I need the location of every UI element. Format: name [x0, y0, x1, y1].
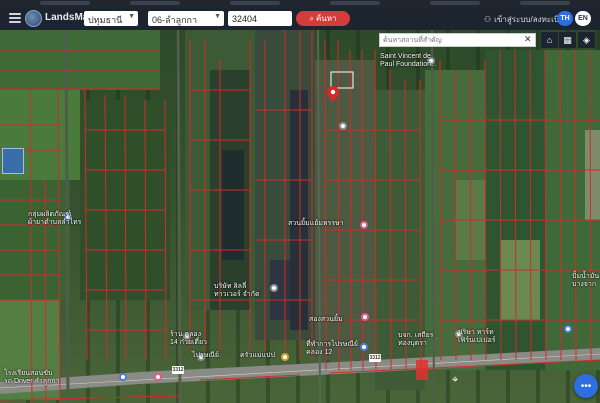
home-icon[interactable]: ⌂ — [541, 32, 558, 48]
search-button-label: ค้นหา — [315, 14, 337, 23]
map-label: ทาวเวอร์ จำกัด — [214, 291, 260, 298]
road-number-sign: 3312 — [369, 354, 381, 362]
search-button[interactable]: ⌕ ค้นหา — [296, 11, 350, 26]
province-value: ปทุมธานี — [88, 15, 123, 25]
poi-marker[interactable] — [564, 325, 572, 333]
map-label: โรงเรียนสอนขับ — [4, 370, 53, 377]
poi-marker[interactable] — [339, 122, 347, 130]
map-label: บริษัท ลิลลี่ — [214, 283, 247, 290]
map-label: เฟิร์นเปเปอร์ — [458, 337, 496, 344]
map-label: ร้าน คลอง — [170, 331, 202, 338]
poi-marker[interactable] — [270, 284, 278, 292]
grid-table-icon[interactable]: ▦ — [559, 32, 576, 48]
map-label: ที่ทำการไปรษณีย์ — [306, 341, 359, 348]
crosshair-icon[interactable]: ⌖ — [452, 374, 458, 387]
map-label: บจก. เสถียร — [398, 332, 434, 339]
poi-marker[interactable] — [360, 343, 368, 351]
parcel-number-input[interactable] — [228, 11, 292, 26]
map-label: สองสวนยิ้ม — [309, 316, 343, 323]
parcel-location-pin[interactable] — [327, 86, 339, 102]
layers-icon[interactable]: ◈ — [578, 32, 595, 48]
map-label: ปริษา หาร์ท — [458, 329, 494, 336]
satellite-parcel-layer — [0, 30, 600, 403]
map-label: กลุ่มผลิตภัณฑ์ — [28, 211, 71, 218]
poi-marker[interactable] — [361, 313, 369, 321]
more-options-button[interactable]: ••• — [574, 374, 598, 398]
floating-widget-button[interactable] — [2, 148, 24, 174]
chevron-down-icon: ▼ — [214, 13, 221, 20]
map-label: บางจาก — [572, 281, 597, 288]
poi-marker[interactable] — [119, 373, 127, 381]
map-view[interactable]: Saint Vincent de Paul Foundation... กลุ่… — [0, 30, 600, 403]
lang-en-button[interactable]: EN — [575, 11, 591, 26]
app-header: LandsMaps ปทุมธานี ▼ 06-ลำลูกกา ▼ ⌕ ค้นห… — [0, 8, 600, 30]
map-label: ทองบุตรา — [398, 340, 427, 347]
search-icon: ⌕ — [309, 13, 314, 23]
poi-marker[interactable] — [154, 373, 162, 381]
lang-th-button[interactable]: TH — [557, 11, 573, 26]
poi-marker[interactable] — [360, 221, 368, 229]
map-label: ครัวแม่แปป — [240, 352, 275, 359]
logo — [25, 10, 42, 27]
clear-search-icon[interactable]: ✕ — [524, 34, 532, 45]
browser-tab-strip — [0, 0, 600, 8]
map-label: รถ Driver ลำลูกกา — [4, 378, 60, 385]
map-label: Paul Foundation... — [380, 61, 437, 68]
menu-icon[interactable] — [9, 13, 21, 23]
map-label: 14 ก๋วยเตี๋ยว — [170, 339, 207, 346]
map-label: คลอง 12 — [306, 349, 333, 356]
map-label: สวนยิ้มแย้มหรรษา — [288, 220, 344, 227]
map-label: ปั้มน้ำมัน — [572, 273, 600, 280]
poi-marker[interactable] — [281, 353, 289, 361]
map-label: ผ้ายาตำบลลำไทร — [28, 219, 82, 226]
district-select[interactable]: 06-ลำลูกกา ▼ — [148, 11, 224, 26]
road-number-sign: 3312 — [172, 366, 184, 374]
place-search-input[interactable] — [379, 33, 536, 47]
user-icon: ⚇ — [484, 15, 492, 24]
chevron-down-icon: ▼ — [128, 13, 135, 20]
district-value: 06-ลำลูกกา — [152, 15, 198, 25]
map-label: ไปรษณีย์ — [192, 352, 219, 359]
map-label: Saint Vincent de — [380, 53, 431, 60]
province-select[interactable]: ปทุมธานี ▼ — [84, 11, 138, 26]
